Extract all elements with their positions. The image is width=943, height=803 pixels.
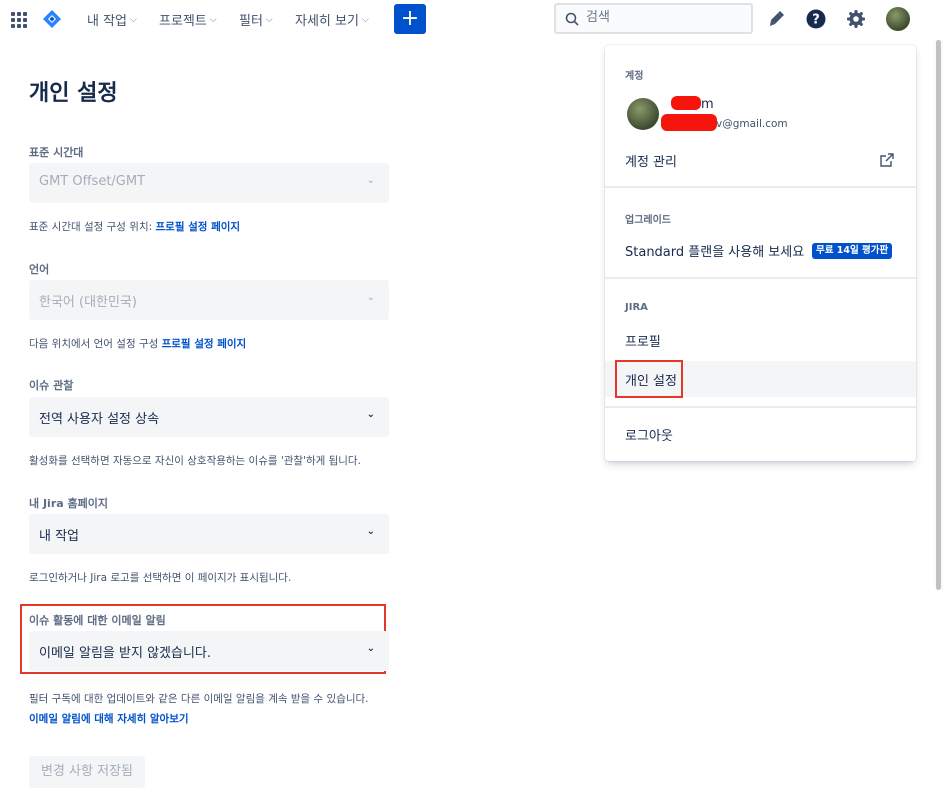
homepage-value: 내 작업 [39, 529, 80, 544]
email-label: 이슈 활동에 대한 이메일 알림 [29, 614, 166, 627]
chevron-down-icon: ⌵ [130, 14, 137, 25]
settings-icon[interactable] [846, 9, 866, 29]
create-button[interactable]: + [394, 4, 426, 34]
language-help: 다음 위치에서 언어 설정 구성 프로필 설정 페이지 [29, 338, 247, 350]
notification-icon[interactable] [766, 9, 786, 29]
menu-divider [605, 277, 916, 279]
chevron-down-icon: ⌄ [366, 526, 375, 537]
chevron-down-icon: ⌵ [361, 14, 369, 25]
homepage-help: 로그인하거나 Jira 로고를 선택하면 이 페이지가 표시됩니다. [29, 572, 292, 584]
nav-filters[interactable]: 필터 ⌵ [239, 10, 273, 29]
redaction [671, 96, 701, 110]
profile-menu: 계정 m v@gmail.com 계정 관리 업그레이드 Standard 플랜… [605, 45, 916, 461]
email-value: 이메일 알림을 받지 않겠습니다. [39, 646, 212, 661]
account-email: v@gmail.com [716, 118, 788, 130]
svg-text:?: ? [812, 13, 820, 28]
upgrade-heading: 업그레이드 [625, 215, 671, 226]
manage-account-item[interactable]: 계정 관리 [605, 142, 916, 178]
nav-projects[interactable]: 프로젝트 ⌵ [159, 10, 217, 29]
profile-settings-link[interactable]: 프로필 설정 페이지 [162, 338, 247, 350]
scrollbar[interactable] [934, 40, 943, 590]
email-learn-more-link[interactable]: 이메일 알림에 대해 자세히 알아보기 [29, 711, 189, 726]
jira-logo-icon[interactable] [43, 10, 61, 28]
timezone-select: GMT Offset/GMT ⌄ [29, 163, 389, 203]
profile-settings-link[interactable]: 프로필 설정 페이지 [156, 221, 241, 233]
email-notification-select[interactable]: 이메일 알림을 받지 않겠습니다. ⌄ [29, 631, 389, 671]
profile-item[interactable]: 프로필 [605, 322, 916, 358]
search-input[interactable] [586, 10, 736, 25]
chevron-down-icon: ⌄ [366, 409, 375, 420]
avatar[interactable] [886, 7, 910, 31]
watch-label: 이슈 관찰 [29, 379, 74, 392]
scrollbar-thumb[interactable] [936, 40, 941, 590]
timezone-help: 표준 시간대 설정 구성 위치: 프로필 설정 페이지 [29, 221, 241, 233]
top-navigation: 내 작업⌵ 프로젝트⌵ 필터⌵ 자세히 보기⌵ + ? [0, 0, 943, 38]
email-help: 필터 구독에 대한 업데이트와 같은 다른 이메일 알림을 계속 받을 수 있습… [29, 693, 369, 705]
redaction [661, 114, 717, 131]
watch-value: 전역 사용자 설정 상속 [39, 412, 160, 427]
chevron-down-icon: ⌄ [366, 643, 375, 654]
watch-help: 활성화를 선택하면 자동으로 자신이 상호작용하는 이슈를 '관찰'하게 됩니다… [29, 455, 361, 467]
account-name: m [701, 97, 714, 112]
timezone-value: GMT Offset/GMT [39, 174, 146, 189]
page-title: 개인 설정 [29, 81, 118, 106]
help-icon[interactable]: ? [806, 9, 826, 29]
homepage-label: 내 Jira 홈페이지 [29, 497, 108, 510]
watch-select[interactable]: 전역 사용자 설정 상속 ⌄ [29, 397, 389, 437]
menu-divider [605, 186, 916, 188]
logout-item[interactable]: 로그아웃 [605, 416, 916, 452]
external-link-icon [880, 153, 894, 167]
language-value: 한국어 (대한민국) [39, 295, 137, 310]
trial-badge: 무료 14일 평가판 [812, 243, 893, 259]
avatar [627, 98, 659, 130]
chevron-down-icon: ⌵ [265, 14, 273, 25]
nav-more[interactable]: 자세히 보기 ⌵ [295, 10, 369, 29]
highlight-box [615, 360, 683, 398]
nav-my-work[interactable]: 내 작업 ⌵ [87, 10, 137, 29]
account-heading: 계정 [625, 71, 644, 82]
timezone-label: 표준 시간대 [29, 146, 84, 159]
language-select: 한국어 (대한민국) ⌄ [29, 280, 389, 320]
search-box[interactable] [554, 3, 753, 34]
language-label: 언어 [29, 263, 50, 276]
app-switcher-icon[interactable] [11, 12, 27, 28]
homepage-select[interactable]: 내 작업 ⌄ [29, 514, 389, 554]
chevron-down-icon: ⌄ [366, 292, 375, 303]
jira-heading: JIRA [625, 302, 648, 313]
search-icon [565, 12, 579, 26]
chevron-down-icon: ⌄ [366, 175, 375, 186]
chevron-down-icon: ⌵ [209, 14, 217, 25]
menu-divider [605, 406, 916, 408]
save-button: 변경 사항 저장됨 [29, 756, 145, 788]
